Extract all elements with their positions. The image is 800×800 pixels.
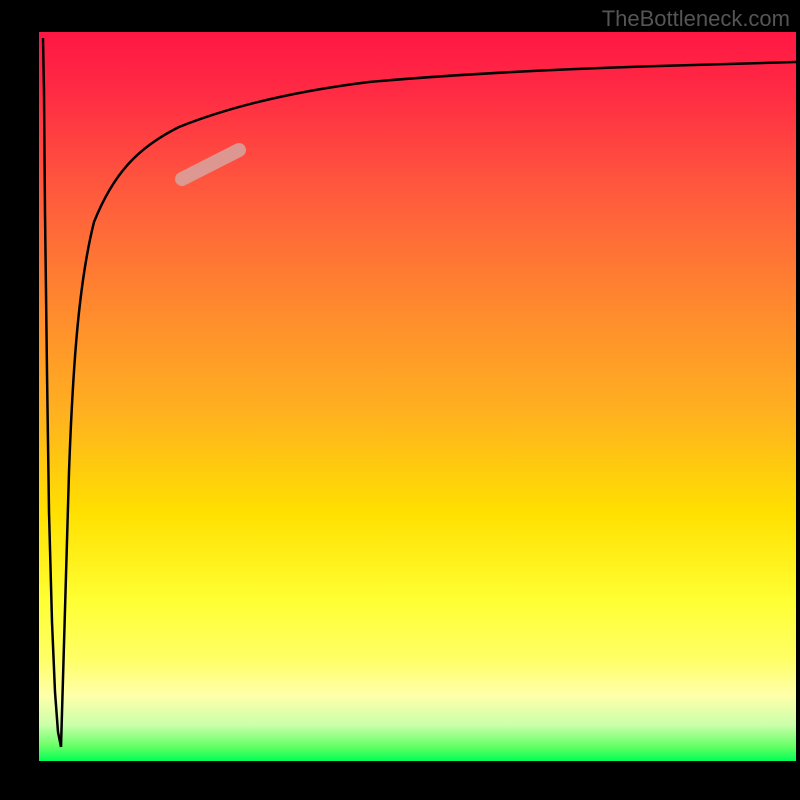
watermark-text: TheBottleneck.com <box>602 6 790 32</box>
ascending-curve <box>61 62 796 747</box>
descending-curve <box>43 38 61 747</box>
chart-curves <box>39 32 796 761</box>
highlight-segment <box>182 150 239 179</box>
